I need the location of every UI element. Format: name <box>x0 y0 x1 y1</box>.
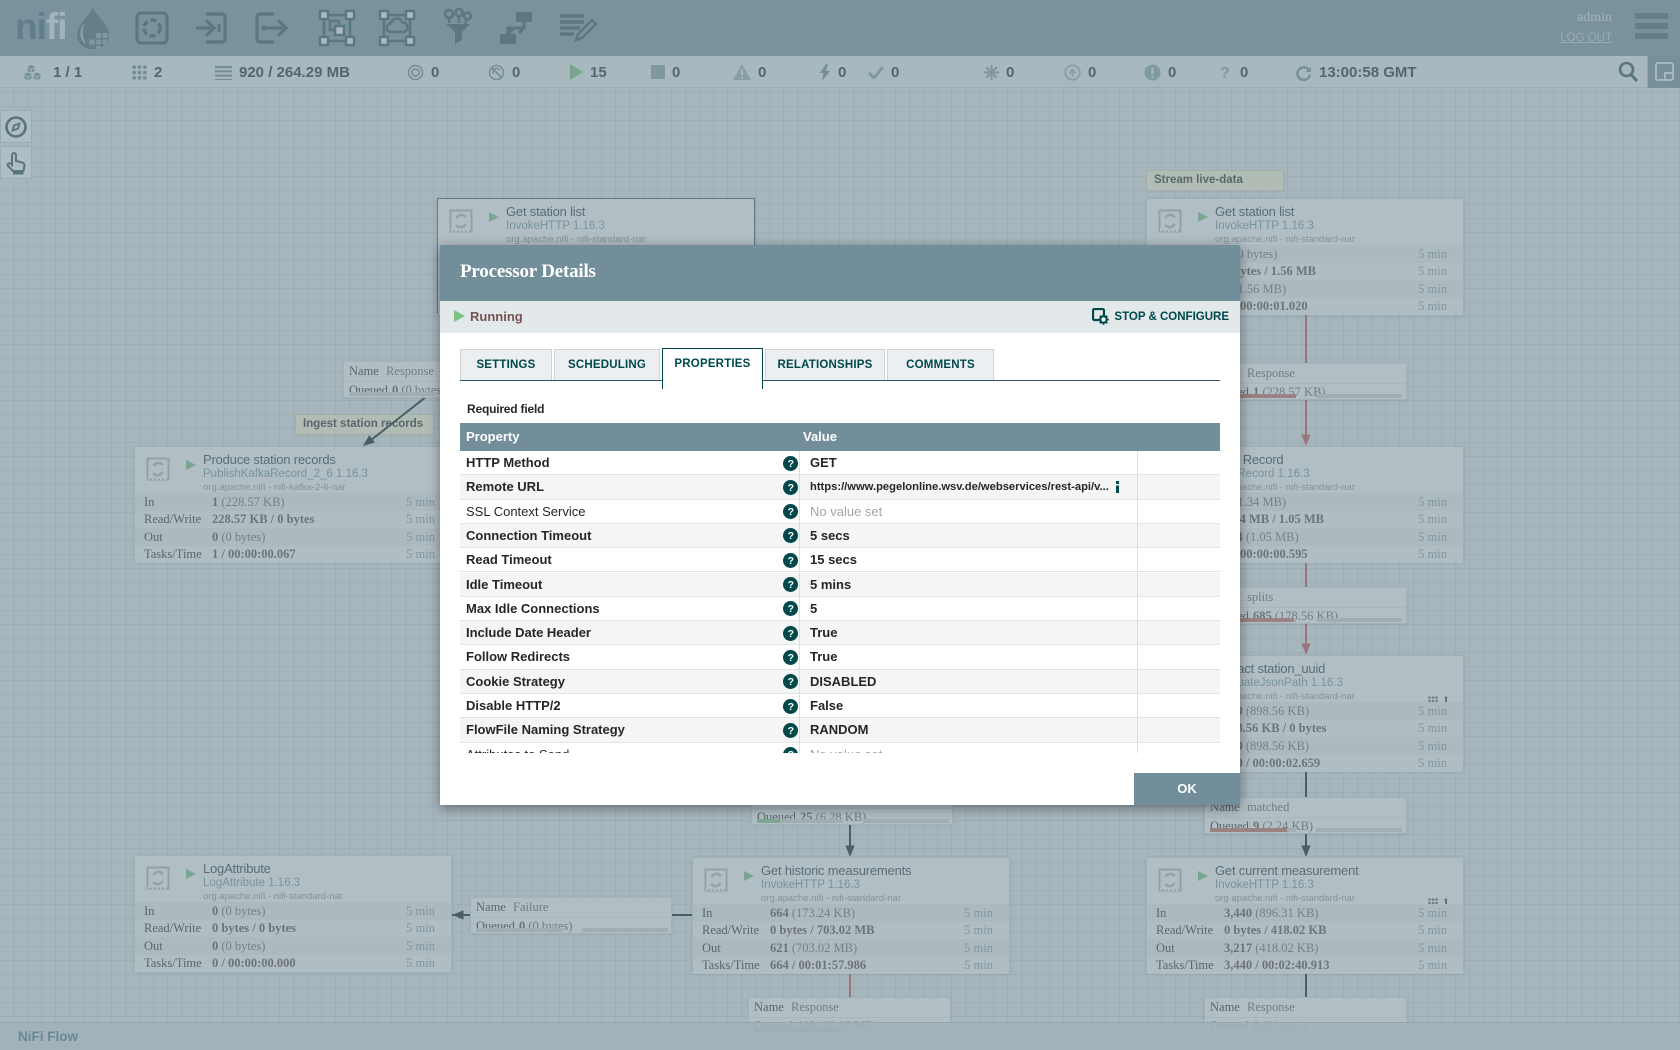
svg-text:?: ? <box>788 458 794 470</box>
svg-text:?: ? <box>788 725 794 737</box>
svg-text:?: ? <box>788 482 794 494</box>
svg-text:?: ? <box>788 652 794 664</box>
svg-text:?: ? <box>788 676 794 688</box>
svg-text:?: ? <box>788 530 794 542</box>
svg-text:?: ? <box>788 506 794 518</box>
svg-text:?: ? <box>788 749 794 753</box>
svg-text:?: ? <box>788 579 794 591</box>
svg-text:?: ? <box>788 628 794 640</box>
svg-text:?: ? <box>788 701 794 713</box>
svg-text:?: ? <box>788 603 794 615</box>
svg-text:?: ? <box>788 555 794 567</box>
